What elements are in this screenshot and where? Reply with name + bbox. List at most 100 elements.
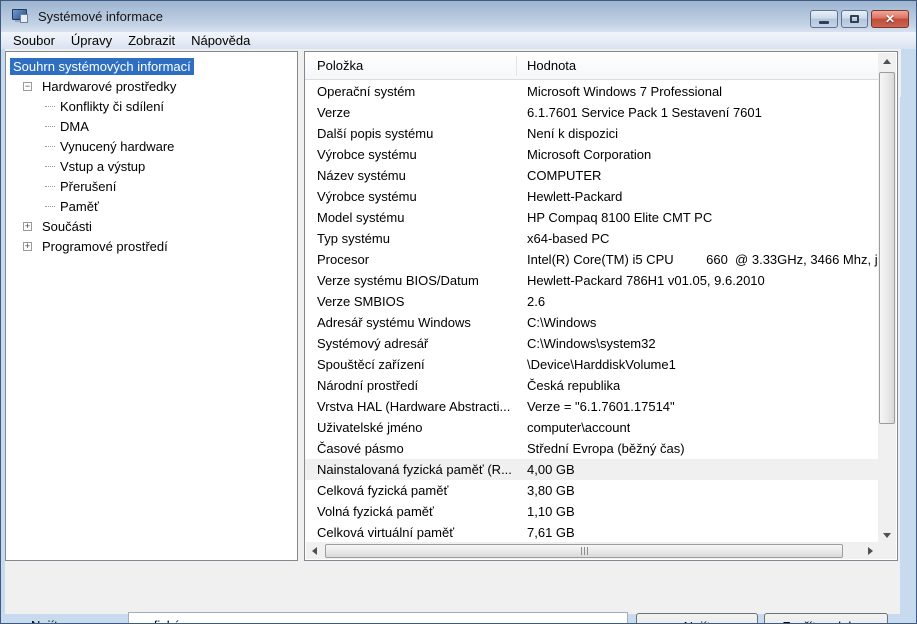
tree-item-7[interactable]: Paměť [6, 196, 297, 216]
menu-item-0[interactable]: Soubor [5, 32, 63, 49]
table-row[interactable]: Celková fyzická paměť3,80 GB [305, 480, 878, 501]
scrollbar-corner [878, 542, 896, 559]
menu-item-3[interactable]: Nápověda [183, 32, 258, 49]
client-area: Souhrn systémových informací−Hardwarové … [1, 49, 916, 624]
table-row[interactable]: Verze systému BIOS/DatumHewlett-Packard … [305, 270, 878, 291]
tree-item-8[interactable]: + Součásti [6, 216, 297, 236]
find-button[interactable]: Najít [636, 613, 758, 624]
expand-icon[interactable]: + [23, 222, 32, 231]
tree-item-label: Programové prostředí [39, 238, 171, 255]
row-value-cell: Není k dispozici [517, 126, 618, 141]
collapse-icon[interactable]: − [23, 82, 32, 91]
title-bar[interactable]: Systémové informace ✕ [1, 1, 916, 32]
row-item-cell: Celková fyzická paměť [305, 483, 517, 498]
tree-item-label: Součásti [39, 218, 95, 235]
tree-item-6[interactable]: Přerušení [6, 176, 297, 196]
row-value-cell: Hewlett-Packard 786H1 v01.05, 9.6.2010 [517, 273, 765, 288]
menu-item-1[interactable]: Úpravy [63, 32, 120, 49]
thumb-grip-icon [584, 547, 585, 555]
row-value-cell: Verze = "6.1.7601.17514" [517, 399, 675, 414]
close-button[interactable]: ✕ [871, 10, 909, 28]
tree-item-5[interactable]: Vstup a výstup [6, 156, 297, 176]
row-value-cell: HP Compaq 8100 Elite CMT PC [517, 210, 712, 225]
row-item-cell: Systémový adresář [305, 336, 517, 351]
table-row[interactable]: Operační systémMicrosoft Windows 7 Profe… [305, 81, 878, 102]
table-row[interactable]: Adresář systému WindowsC:\Windows [305, 312, 878, 333]
row-value-cell: Česká republika [517, 378, 620, 393]
scroll-right-button[interactable] [862, 542, 879, 559]
arrow-up-icon [883, 59, 891, 64]
expand-icon[interactable]: + [23, 242, 32, 251]
tree-item-3[interactable]: DMA [6, 116, 297, 136]
row-item-cell: Celková virtuální paměť [305, 525, 517, 540]
minimize-button[interactable] [810, 10, 838, 28]
row-value-cell: Intel(R) Core(TM) i5 CPU 660 @ 3.33GHz, … [517, 252, 878, 267]
thumb-grip-icon [587, 547, 588, 555]
scroll-up-button[interactable] [878, 53, 896, 70]
horizontal-scroll-thumb[interactable] [325, 544, 843, 558]
table-row[interactable]: Výrobce systémuMicrosoft Corporation [305, 144, 878, 165]
row-value-cell: x64-based PC [517, 231, 609, 246]
row-value-cell: Střední Evropa (běžný čas) [517, 441, 685, 456]
table-row[interactable]: Verze6.1.7601 Service Pack 1 Sestavení 7… [305, 102, 878, 123]
system-information-window: Systémové informace ✕ SouborÚpravyZobraz… [0, 0, 917, 624]
tree-item-label: Konflikty či sdílení [42, 98, 167, 115]
row-item-cell: Výrobce systému [305, 147, 517, 162]
vertical-scroll-thumb[interactable] [879, 72, 895, 424]
horizontal-scrollbar[interactable] [306, 542, 879, 559]
row-item-cell: Další popis systému [305, 126, 517, 141]
row-item-cell: Spouštěcí zařízení [305, 357, 517, 372]
table-row[interactable]: Typ systémux64-based PC [305, 228, 878, 249]
tree-item-label: Hardwarové prostředky [39, 78, 179, 95]
table-row[interactable]: Celková virtuální paměť7,61 GB [305, 522, 878, 543]
row-item-cell: Typ systému [305, 231, 517, 246]
table-row[interactable]: Další popis systémuNení k dispozici [305, 123, 878, 144]
row-item-cell: Verze systému BIOS/Datum [305, 273, 517, 288]
table-row[interactable]: Národní prostředíČeská republika [305, 375, 878, 396]
table-row[interactable]: Spouštěcí zařízení\Device\HarddiskVolume… [305, 354, 878, 375]
minimize-icon [819, 21, 829, 24]
row-value-cell: 1,10 GB [517, 504, 575, 519]
find-label: Najít: [31, 618, 61, 624]
table-row[interactable]: Model systémuHP Compaq 8100 Elite CMT PC [305, 207, 878, 228]
arrow-down-icon [883, 533, 891, 538]
scroll-left-button[interactable] [306, 542, 323, 559]
table-row[interactable]: Výrobce systémuHewlett-Packard [305, 186, 878, 207]
menu-item-2[interactable]: Zobrazit [120, 32, 183, 49]
table-row[interactable]: Systémový adresářC:\Windows\system32 [305, 333, 878, 354]
vertical-scrollbar[interactable] [878, 53, 896, 544]
row-item-cell: Nainstalovaná fyzická paměť (R... [305, 462, 517, 477]
tree-item-label: Přerušení [42, 178, 119, 195]
table-row[interactable]: Časové pásmoStřední Evropa (běžný čas) [305, 438, 878, 459]
column-header-item[interactable]: Položka [305, 56, 517, 76]
details-table: Položka Hodnota Operační systémMicrosoft… [304, 51, 898, 561]
close-icon: ✕ [885, 12, 895, 26]
table-row[interactable]: Název systémuCOMPUTER [305, 165, 878, 186]
table-row[interactable]: Vrstva HAL (Hardware Abstracti...Verze =… [305, 396, 878, 417]
maximize-button[interactable] [841, 10, 868, 28]
column-header-value[interactable]: Hodnota [517, 56, 576, 76]
row-value-cell: 6.1.7601 Service Pack 1 Sestavení 7601 [517, 105, 762, 120]
table-row[interactable]: Uživatelské jménocomputer\account [305, 417, 878, 438]
row-item-cell: Model systému [305, 210, 517, 225]
row-item-cell: Název systému [305, 168, 517, 183]
tree-item-9[interactable]: + Programové prostředí [6, 236, 297, 256]
tree-item-4[interactable]: Vynucený hardware [6, 136, 297, 156]
category-tree: Souhrn systémových informací−Hardwarové … [5, 51, 298, 561]
row-value-cell: Hewlett-Packard [517, 189, 622, 204]
tree-item-1[interactable]: −Hardwarové prostředky [6, 76, 297, 96]
close-pane-button[interactable]: Zavřít podokno [764, 613, 888, 624]
table-row[interactable]: ProcesorIntel(R) Core(TM) i5 CPU 660 @ 3… [305, 249, 878, 270]
row-item-cell: Národní prostředí [305, 378, 517, 393]
arrow-right-icon [868, 547, 873, 555]
row-value-cell: C:\Windows\system32 [517, 336, 656, 351]
tree-item-2[interactable]: Konflikty či sdílení [6, 96, 297, 116]
find-input[interactable] [128, 612, 628, 624]
thumb-grip-icon [581, 547, 582, 555]
table-row[interactable]: Verze SMBIOS2.6 [305, 291, 878, 312]
row-value-cell: Microsoft Windows 7 Professional [517, 84, 722, 99]
tree-item-0[interactable]: Souhrn systémových informací [6, 56, 297, 76]
table-header[interactable]: Položka Hodnota [305, 52, 878, 80]
table-row[interactable]: Nainstalovaná fyzická paměť (R...4,00 GB [305, 459, 878, 480]
table-row[interactable]: Volná fyzická paměť1,10 GB [305, 501, 878, 522]
